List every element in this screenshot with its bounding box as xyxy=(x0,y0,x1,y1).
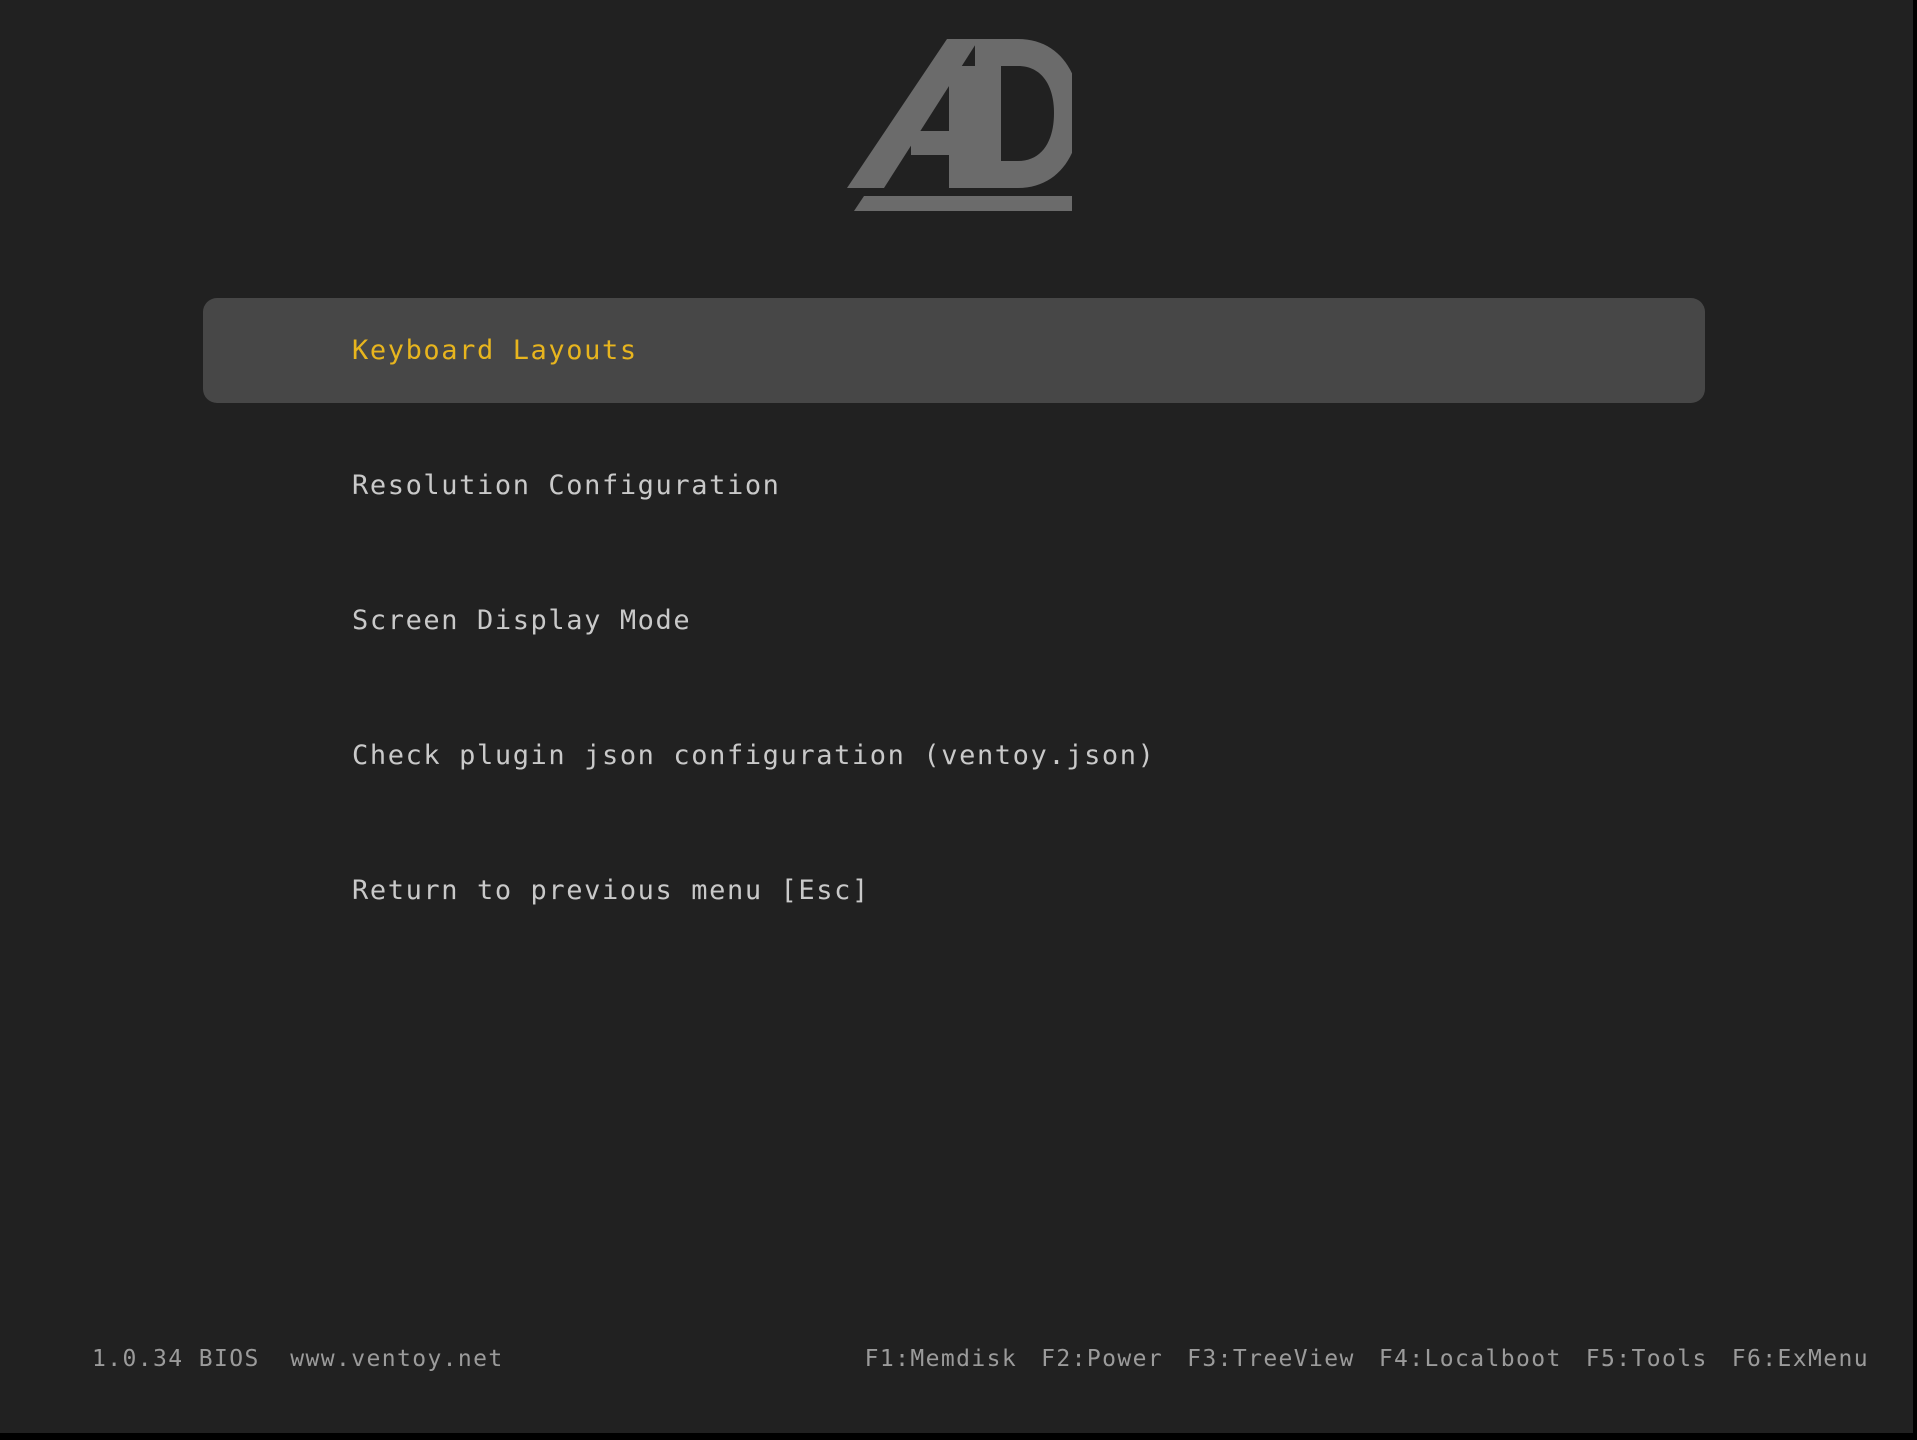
function-key-f2-power[interactable]: F2:Power xyxy=(1041,1348,1163,1371)
function-key-f1-memdisk[interactable]: F1:Memdisk xyxy=(865,1348,1017,1371)
ad-monogram-logo xyxy=(846,39,1072,211)
menu-item-return-to-previous-menu[interactable]: Return to previous menu [Esc] xyxy=(0,838,1913,943)
menu-item-label: Return to previous menu [Esc] xyxy=(352,875,870,906)
function-key-f4-localboot[interactable]: F4:Localboot xyxy=(1379,1348,1562,1371)
menu-item-label: Keyboard Layouts xyxy=(352,335,638,366)
boot-menu: Keyboard Layouts Resolution Configuratio… xyxy=(0,298,1913,973)
menu-item-label: Check plugin json configuration (ventoy.… xyxy=(352,740,1156,771)
function-key-hints: F1:Memdisk F2:Power F3:TreeView F4:Local… xyxy=(865,1348,1869,1371)
menu-item-keyboard-layouts[interactable]: Keyboard Layouts xyxy=(203,298,1705,403)
version-and-website: 1.0.34 BIOS www.ventoy.net xyxy=(92,1346,504,1372)
logo-container xyxy=(0,36,1913,226)
menu-item-label: Resolution Configuration xyxy=(352,470,781,501)
menu-item-check-plugin-json-configuration[interactable]: Check plugin json configuration (ventoy.… xyxy=(0,703,1913,808)
status-bar: 1.0.34 BIOS www.ventoy.net F1:Memdisk F2… xyxy=(0,1348,1913,1378)
function-key-f3-treeview[interactable]: F3:TreeView xyxy=(1187,1348,1355,1371)
menu-item-resolution-configuration[interactable]: Resolution Configuration xyxy=(0,433,1913,538)
menu-item-screen-display-mode[interactable]: Screen Display Mode xyxy=(0,568,1913,673)
function-key-f6-exmenu[interactable]: F6:ExMenu xyxy=(1732,1348,1869,1371)
ventoy-boot-screen: Keyboard Layouts Resolution Configuratio… xyxy=(0,0,1917,1440)
menu-item-label: Screen Display Mode xyxy=(352,605,692,636)
function-key-f5-tools[interactable]: F5:Tools xyxy=(1586,1348,1708,1371)
